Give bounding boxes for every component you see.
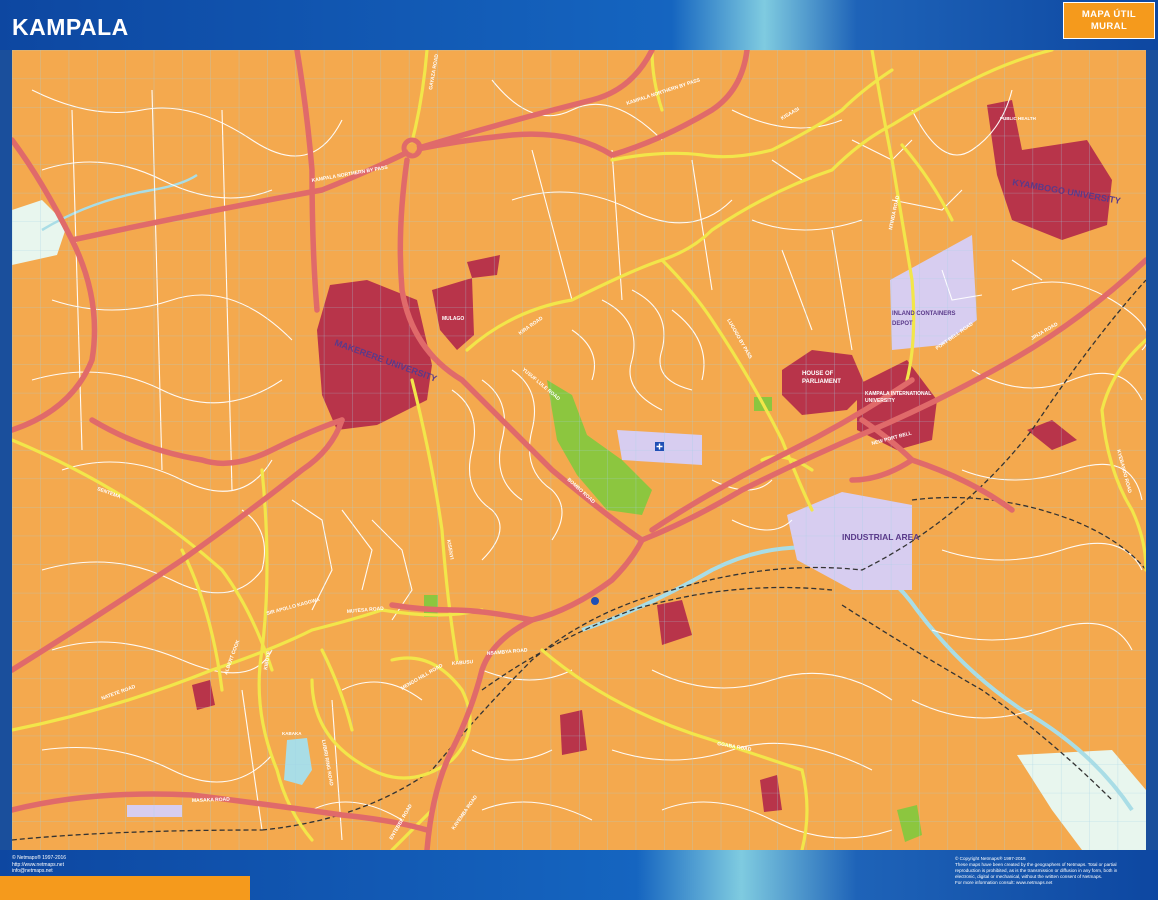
label-inland-depot: DEPOT <box>892 321 913 327</box>
label-kampala-international: KAMPALA INTERNATIONAL <box>865 391 931 397</box>
map-grid <box>12 50 1146 850</box>
brand-badge-line2: MURAL <box>1090 20 1128 32</box>
footer-legal: © Copyright Netmaps® 1997-2016 These map… <box>955 856 1150 886</box>
map-header <box>0 0 1158 50</box>
label-mulago: MULAGO <box>442 316 464 322</box>
label-parliament: PARLIAMENT <box>802 379 841 385</box>
label-public-health: PUBLIC HEALTH <box>1000 116 1036 121</box>
footer-email-link[interactable]: info@netmaps.net <box>12 868 242 875</box>
wandegeya-roundabout <box>407 143 417 153</box>
label-house-of: HOUSE OF <box>802 371 834 377</box>
city-map[interactable]: MAKERERE UNIVERSITY KYAMBOGO UNIVERSITY … <box>12 50 1146 850</box>
footer-contact: © Netmaps® 1997-2016 http://www.netmaps.… <box>12 855 242 875</box>
label-kabaka: KABAKA <box>282 731 302 736</box>
label-kampala-international-2: UNIVERSITY <box>865 398 896 404</box>
label-inland-containers: INLAND CONTAINERS <box>892 311 956 317</box>
label-industrial: INDUSTRIAL AREA <box>842 532 919 542</box>
map-canvas: MAKERERE UNIVERSITY KYAMBOGO UNIVERSITY … <box>12 50 1146 850</box>
footer-accent-bar <box>0 876 250 900</box>
brand-badge-line1: MAPA ÚTIL <box>1081 8 1137 20</box>
map-title: KAMPALA <box>12 14 129 40</box>
footer-legal-line5: For more information consult: www.netmap… <box>955 880 1053 885</box>
brand-badge[interactable]: MAPA ÚTIL MURAL <box>1063 2 1155 39</box>
station-icon <box>591 597 599 605</box>
